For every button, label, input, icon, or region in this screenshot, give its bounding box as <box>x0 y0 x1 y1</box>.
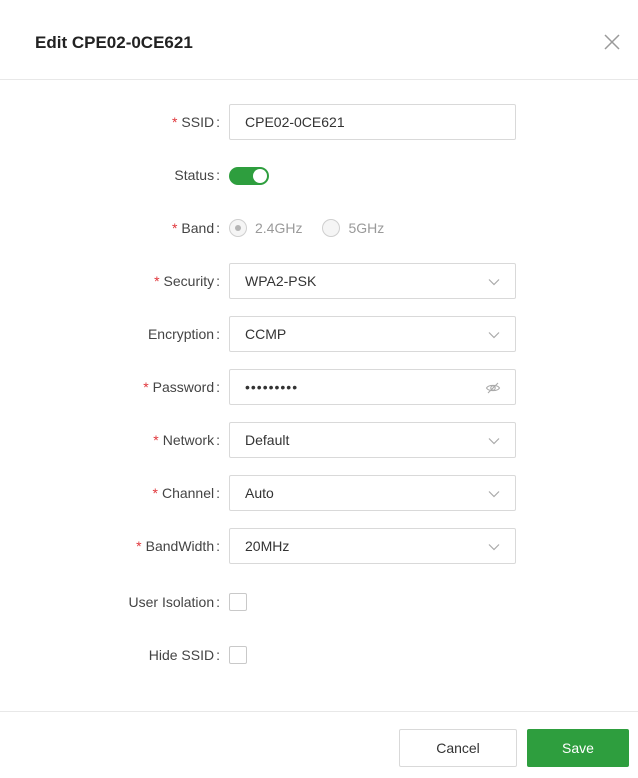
network-value: Default <box>245 432 290 448</box>
status-row: Status: <box>0 157 638 193</box>
hide-ssid-label: Hide SSID: <box>148 647 220 663</box>
bandwidth-label: * BandWidth: <box>136 538 220 554</box>
security-row: * Security: WPA2-PSK <box>0 263 638 299</box>
bandwidth-row: * BandWidth: 20MHz <box>0 528 638 564</box>
save-button[interactable]: Save <box>527 729 629 767</box>
security-select[interactable]: WPA2-PSK <box>229 263 516 299</box>
ssid-input[interactable]: CPE02-0CE621 <box>229 104 516 140</box>
encryption-value: CCMP <box>245 326 287 342</box>
ssid-label: * SSID: <box>171 114 220 130</box>
password-label: * Password: <box>143 379 220 395</box>
band-row: * Band: 2.4GHz 5GHz <box>0 210 638 246</box>
security-value: WPA2-PSK <box>245 273 317 289</box>
band-option-label: 2.4GHz <box>255 220 303 236</box>
password-input[interactable]: ••••••••• <box>229 369 516 405</box>
cancel-button[interactable]: Cancel <box>399 729 517 767</box>
toggle-knob <box>253 169 267 183</box>
band-radio-5ghz[interactable]: 5GHz <box>322 219 384 237</box>
channel-value: Auto <box>245 485 274 501</box>
required-mark: * <box>171 220 178 236</box>
required-mark: * <box>154 273 160 289</box>
close-button[interactable] <box>600 30 624 54</box>
required-mark: * <box>136 538 142 554</box>
band-radio-group: 2.4GHz 5GHz <box>229 210 404 246</box>
hide-ssid-checkbox[interactable] <box>229 646 247 664</box>
band-radio-2-4ghz[interactable]: 2.4GHz <box>229 219 302 237</box>
required-mark: * <box>171 114 178 130</box>
user-isolation-row: User Isolation: <box>0 584 638 620</box>
channel-select[interactable]: Auto <box>229 475 516 511</box>
bandwidth-value: 20MHz <box>245 538 290 554</box>
bandwidth-select[interactable]: 20MHz <box>229 528 516 564</box>
required-mark: * <box>143 379 149 395</box>
band-option-label: 5GHz <box>348 220 385 236</box>
ssid-value: CPE02-0CE621 <box>245 114 345 130</box>
hide-ssid-row: Hide SSID: <box>0 637 638 673</box>
radio-circle <box>322 219 341 237</box>
ssid-row: * SSID: CPE02-0CE621 <box>0 104 638 140</box>
band-label: * Band: <box>171 220 220 236</box>
password-row: * Password: ••••••••• <box>0 369 638 405</box>
required-mark: * <box>153 432 159 448</box>
status-toggle[interactable] <box>229 167 269 185</box>
encryption-select[interactable]: CCMP <box>229 316 516 352</box>
user-isolation-checkbox[interactable] <box>229 593 247 611</box>
channel-row: * Channel: Auto <box>0 475 638 511</box>
radio-circle <box>229 219 247 237</box>
chevron-down-icon <box>488 279 500 286</box>
chevron-down-icon <box>488 438 500 445</box>
chevron-down-icon <box>488 544 500 551</box>
channel-label: * Channel: <box>152 485 221 501</box>
network-label: * Network: <box>153 432 220 448</box>
close-icon <box>604 34 620 50</box>
encryption-row: Encryption: CCMP <box>0 316 638 352</box>
password-value: ••••••••• <box>245 379 299 395</box>
dialog-header: Edit CPE02-0CE621 <box>0 0 638 80</box>
dialog-title: Edit CPE02-0CE621 <box>35 33 193 52</box>
security-label: * Security: <box>154 273 220 289</box>
user-isolation-label: User Isolation: <box>128 594 220 610</box>
status-label: Status: <box>174 167 220 183</box>
encryption-label: Encryption: <box>147 326 220 342</box>
chevron-down-icon <box>488 491 500 498</box>
network-row: * Network: Default <box>0 422 638 458</box>
network-select[interactable]: Default <box>229 422 516 458</box>
footer-divider <box>0 711 638 712</box>
required-mark: * <box>152 485 158 501</box>
chevron-down-icon <box>488 332 500 339</box>
eye-off-icon[interactable] <box>485 380 501 396</box>
